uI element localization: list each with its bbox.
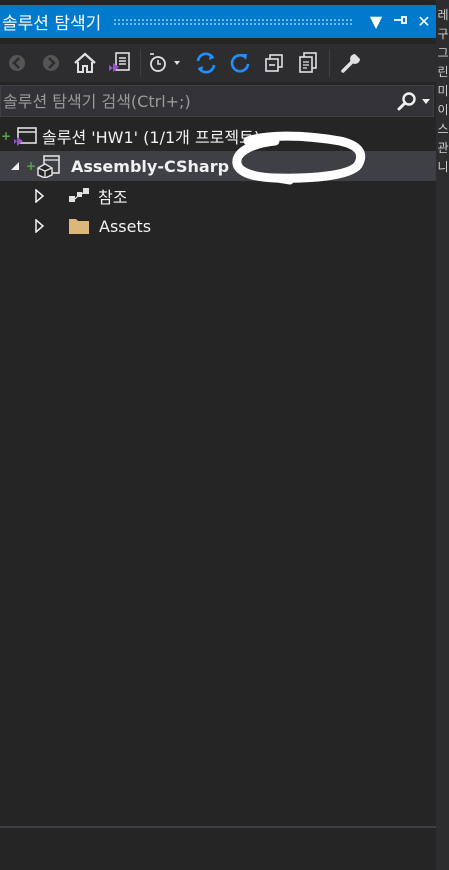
side-tab-char: 레 — [437, 8, 449, 22]
tree-item-solution[interactable]: + 솔루션 'HW1' (1/1개 프로젝트) — [0, 121, 436, 151]
panel-title: 솔루션 탐색기 — [2, 14, 102, 34]
expand-arrow-icon[interactable] — [35, 219, 68, 233]
side-tab-char: 이 — [437, 103, 449, 117]
title-bar-grip[interactable] — [113, 17, 354, 26]
vs-switch-views-icon[interactable] — [102, 46, 136, 80]
redaction-scribble — [232, 131, 366, 185]
toolbar-separator — [329, 49, 330, 77]
references-icon — [68, 187, 98, 205]
collapse-arrow-icon[interactable] — [10, 161, 26, 171]
properties-icon[interactable] — [334, 46, 368, 80]
toolbar — [0, 44, 436, 82]
panel-bottom-border — [0, 826, 436, 828]
search-box — [0, 85, 434, 117]
title-bar[interactable]: 솔루션 탐색기 ▼ ✕ — [0, 5, 436, 38]
references-label: 참조 — [98, 188, 128, 207]
tree-item-references[interactable]: 참조 — [0, 181, 436, 211]
search-options-dropdown-icon[interactable] — [419, 97, 433, 105]
side-tab-char: 스 — [437, 122, 449, 136]
collapse-all-icon[interactable] — [257, 46, 291, 80]
refresh-icon[interactable] — [223, 46, 257, 80]
back-icon[interactable] — [0, 46, 34, 80]
tree-item-project[interactable]: + Assembly-CSharp — [0, 151, 436, 181]
folder-icon — [68, 217, 99, 235]
sync-icon[interactable] — [189, 46, 223, 80]
csharp-project-icon — [37, 154, 71, 178]
solution-icon — [12, 125, 42, 147]
toolbar-separator — [140, 49, 141, 77]
search-icon[interactable] — [395, 91, 419, 111]
home-icon[interactable] — [68, 46, 102, 80]
assets-label: Assets — [99, 216, 152, 236]
tree-item-assets[interactable]: Assets — [0, 211, 436, 241]
solution-explorer-panel: 솔루션 탐색기 ▼ ✕ 솔루션 탐색기 검색(Ctrl+;) + 솔루션 'HW… — [0, 0, 436, 870]
solution-label: 솔루션 'HW1' (1/1개 프로젝트) — [42, 128, 261, 147]
side-tab-char: 미 — [437, 84, 449, 98]
project-label: Assembly-CSharp — [71, 156, 230, 176]
window-position-dropdown-icon[interactable]: ▼ — [364, 12, 388, 31]
side-tab-char: 그 — [437, 46, 449, 60]
side-tab-char: 구 — [437, 27, 449, 41]
add-indicator-icon: + — [1, 129, 12, 143]
close-icon[interactable]: ✕ — [412, 12, 436, 31]
side-tab-char: 관 — [437, 141, 449, 155]
pending-changes-filter-icon[interactable] — [145, 46, 189, 80]
auto-hide-pin-icon[interactable] — [388, 12, 412, 32]
add-indicator-icon: + — [26, 159, 37, 173]
expand-arrow-icon[interactable] — [35, 189, 68, 203]
show-all-files-icon[interactable] — [291, 46, 325, 80]
side-tab-char: 니 — [437, 160, 449, 174]
solution-tree: + 솔루션 'HW1' (1/1개 프로젝트) + Assembly-CShar… — [0, 121, 436, 241]
side-tab-strip[interactable]: 레 구 그 린 미 이 스 관 니 — [437, 0, 449, 870]
search-input[interactable] — [1, 90, 395, 112]
forward-icon[interactable] — [34, 46, 68, 80]
side-tab-char: 린 — [437, 65, 449, 79]
